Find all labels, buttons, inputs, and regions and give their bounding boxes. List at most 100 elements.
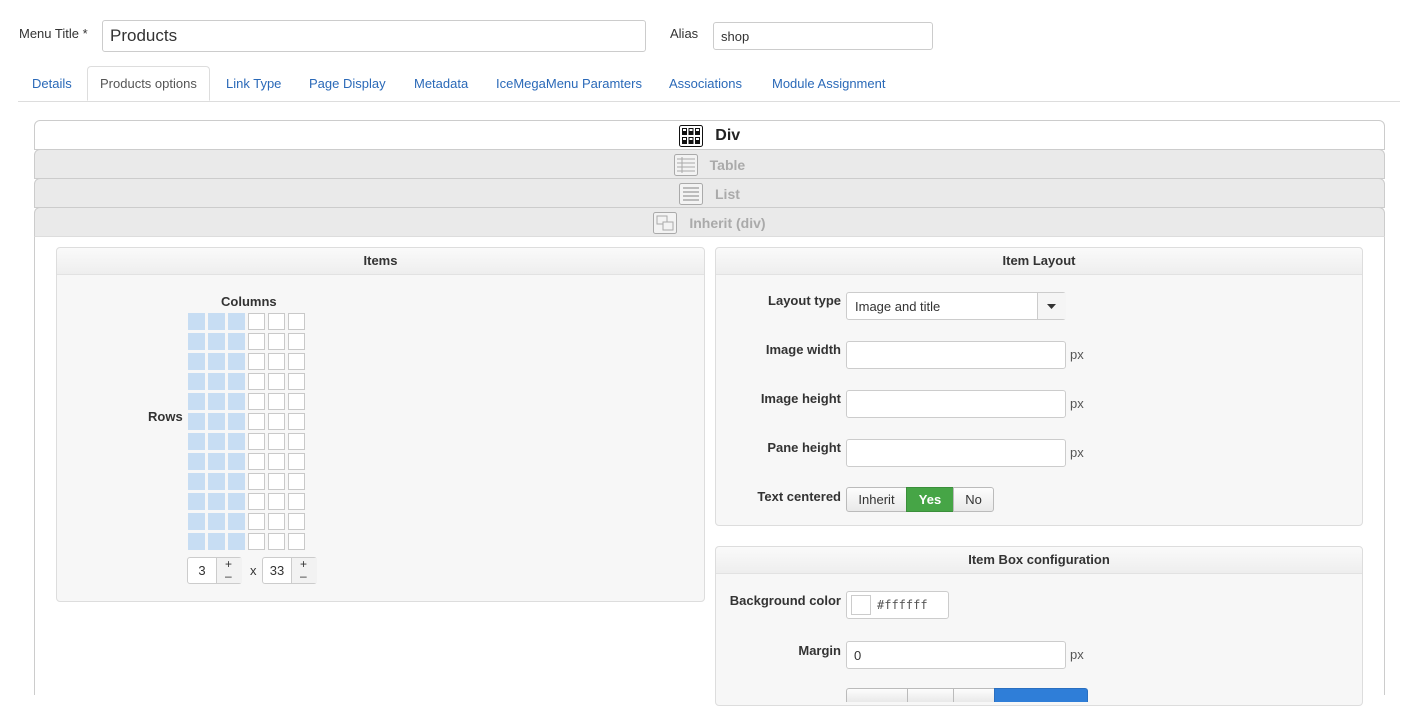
grid-cell[interactable] <box>208 493 225 510</box>
tab-icemegamenu-paramters[interactable]: IceMegaMenu Paramters <box>496 66 642 101</box>
grid-cell[interactable] <box>208 433 225 450</box>
rows-minus-button[interactable]: – <box>300 569 307 583</box>
tab-module-assignment[interactable]: Module Assignment <box>772 66 885 101</box>
grid-cell[interactable] <box>228 433 245 450</box>
grid-cell[interactable] <box>188 413 205 430</box>
grid-cell[interactable] <box>268 313 285 330</box>
grid-cell[interactable] <box>228 473 245 490</box>
pane-height-input[interactable] <box>846 439 1066 467</box>
grid-cell[interactable] <box>188 473 205 490</box>
text-centered-yes-button[interactable]: Yes <box>906 487 954 512</box>
grid-cell[interactable] <box>248 333 265 350</box>
columns-stepper[interactable]: 3 + – <box>187 557 242 584</box>
grid-cell[interactable] <box>288 493 305 510</box>
partial-option-button-2[interactable] <box>907 688 954 702</box>
grid-cell[interactable] <box>188 433 205 450</box>
image-height-input[interactable] <box>846 390 1066 418</box>
grid-cell[interactable] <box>188 393 205 410</box>
grid-cell[interactable] <box>268 433 285 450</box>
grid-cell[interactable] <box>228 413 245 430</box>
grid-cell[interactable] <box>208 353 225 370</box>
grid-cell[interactable] <box>208 453 225 470</box>
grid-cell[interactable] <box>288 473 305 490</box>
grid-cell[interactable] <box>268 373 285 390</box>
grid-cell[interactable] <box>188 353 205 370</box>
grid-cell[interactable] <box>188 333 205 350</box>
layout-type-select[interactable]: Image and title <box>846 292 1066 320</box>
grid-cell[interactable] <box>288 453 305 470</box>
grid-cell[interactable] <box>188 373 205 390</box>
background-color-value[interactable]: #ffffff <box>877 598 928 612</box>
tab-link-type[interactable]: Link Type <box>226 66 281 101</box>
grid-cell[interactable] <box>248 313 265 330</box>
partial-option-button-1[interactable] <box>846 688 908 702</box>
grid-cell[interactable] <box>268 493 285 510</box>
grid-cell[interactable] <box>248 473 265 490</box>
grid-cell[interactable] <box>268 353 285 370</box>
grid-cell[interactable] <box>208 513 225 530</box>
grid-cell[interactable] <box>208 333 225 350</box>
grid-cell[interactable] <box>288 513 305 530</box>
grid-cell[interactable] <box>288 313 305 330</box>
tab-products-options[interactable]: Products options <box>87 66 210 101</box>
accordion-table[interactable]: Table <box>34 149 1385 179</box>
accordion-list[interactable]: List <box>34 178 1385 208</box>
grid-cell[interactable] <box>268 393 285 410</box>
partial-option-button-3[interactable] <box>953 688 995 702</box>
partial-option-button-active[interactable] <box>994 688 1088 702</box>
grid-cell[interactable] <box>248 393 265 410</box>
grid-cell[interactable] <box>288 333 305 350</box>
grid-cell[interactable] <box>208 393 225 410</box>
grid-cell[interactable] <box>248 513 265 530</box>
grid-cell[interactable] <box>248 533 265 550</box>
grid-cell[interactable] <box>188 533 205 550</box>
columns-value[interactable]: 3 <box>188 558 216 583</box>
grid-cell[interactable] <box>208 473 225 490</box>
grid-cell[interactable] <box>248 413 265 430</box>
grid-cell[interactable] <box>288 413 305 430</box>
items-grid-selector[interactable] <box>188 313 306 551</box>
color-swatch[interactable] <box>851 595 871 615</box>
grid-cell[interactable] <box>288 433 305 450</box>
grid-cell[interactable] <box>228 513 245 530</box>
grid-cell[interactable] <box>288 533 305 550</box>
grid-cell[interactable] <box>228 373 245 390</box>
grid-cell[interactable] <box>208 533 225 550</box>
grid-cell[interactable] <box>188 453 205 470</box>
grid-cell[interactable] <box>288 353 305 370</box>
grid-cell[interactable] <box>248 373 265 390</box>
tab-details[interactable]: Details <box>32 66 72 101</box>
grid-cell[interactable] <box>268 413 285 430</box>
grid-cell[interactable] <box>288 373 305 390</box>
grid-cell[interactable] <box>268 453 285 470</box>
grid-cell[interactable] <box>188 513 205 530</box>
grid-cell[interactable] <box>248 353 265 370</box>
columns-minus-button[interactable]: – <box>225 569 232 583</box>
accordion-inherit[interactable]: Inherit (div) <box>34 207 1385 237</box>
tab-page-display[interactable]: Page Display <box>309 66 386 101</box>
alias-input[interactable] <box>713 22 933 50</box>
tab-metadata[interactable]: Metadata <box>414 66 468 101</box>
grid-cell[interactable] <box>188 493 205 510</box>
grid-cell[interactable] <box>268 473 285 490</box>
image-width-input[interactable] <box>846 341 1066 369</box>
grid-cell[interactable] <box>228 453 245 470</box>
rows-stepper[interactable]: 33 + – <box>262 557 317 584</box>
grid-cell[interactable] <box>188 313 205 330</box>
dropdown-toggle[interactable] <box>1037 293 1066 319</box>
grid-cell[interactable] <box>268 533 285 550</box>
tab-associations[interactable]: Associations <box>669 66 742 101</box>
grid-cell[interactable] <box>268 513 285 530</box>
grid-cell[interactable] <box>228 333 245 350</box>
grid-cell[interactable] <box>208 413 225 430</box>
background-color-picker[interactable]: #ffffff <box>846 591 949 619</box>
grid-cell[interactable] <box>248 433 265 450</box>
grid-cell[interactable] <box>228 393 245 410</box>
grid-cell[interactable] <box>208 313 225 330</box>
grid-cell[interactable] <box>288 393 305 410</box>
rows-value[interactable]: 33 <box>263 558 291 583</box>
grid-cell[interactable] <box>248 453 265 470</box>
accordion-div[interactable]: Div <box>34 120 1385 150</box>
text-centered-inherit-button[interactable]: Inherit <box>846 487 907 512</box>
text-centered-no-button[interactable]: No <box>953 487 994 512</box>
